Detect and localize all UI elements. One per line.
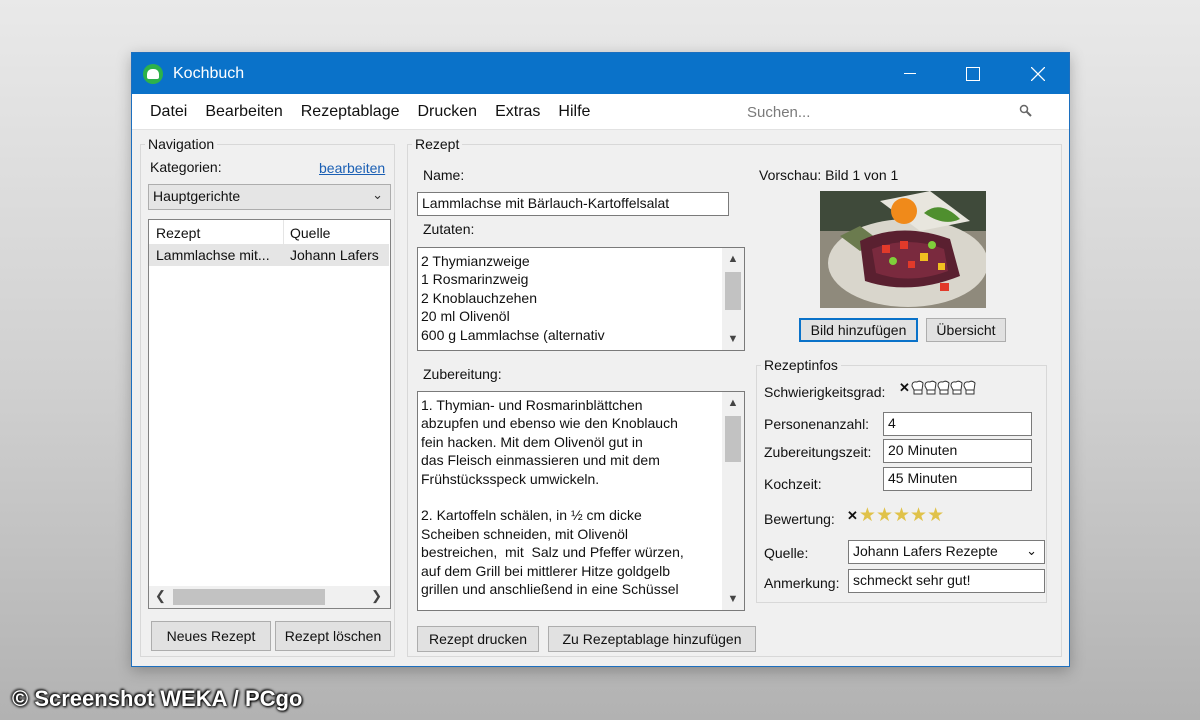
recipe-info-title: Rezeptinfos (761, 357, 841, 373)
new-recipe-label: Neues Rezept (166, 628, 256, 644)
scroll-up-icon[interactable]: ▲ (722, 394, 744, 412)
recipe-group: Rezept Name: Lammlachse mit Bärlauch-Kar… (407, 136, 1062, 657)
persons-label: Personenanzahl: (764, 416, 870, 432)
close-icon (1031, 66, 1045, 81)
menu-extras[interactable]: Extras (495, 103, 540, 121)
vertical-scrollbar[interactable]: ▲ ▼ (722, 248, 744, 350)
new-recipe-button[interactable]: Neues Rezept (151, 621, 271, 651)
cook-time-label: Kochzeit: (764, 476, 822, 492)
ingredients-label: Zutaten: (423, 221, 475, 237)
persons-field[interactable]: 4 (883, 412, 1032, 436)
navigation-title: Navigation (145, 136, 218, 152)
preparation-label: Zubereitung: (423, 366, 502, 382)
source-value: Johann Lafers Rezepte (853, 543, 998, 559)
menu-hilfe[interactable]: Hilfe (558, 103, 590, 121)
preview-label: Vorschau: Bild 1 von 1 (759, 167, 899, 183)
scroll-down-icon[interactable]: ▼ (722, 590, 744, 608)
scrollbar-thumb[interactable] (725, 416, 741, 462)
column-header-recipe[interactable]: Rezept (156, 225, 200, 241)
delete-recipe-label: Rezept löschen (284, 628, 382, 644)
prep-time-label: Zubereitungszeit: (764, 444, 872, 460)
source-select[interactable]: Johann Lafers Rezepte ⌄ (848, 540, 1045, 564)
ingredients-text: 2 Thymianzweige 1 Rosmarinzweig 2 Knobla… (421, 253, 605, 343)
chevron-down-icon: ⌄ (372, 187, 383, 202)
menu-rezeptablage[interactable]: Rezeptablage (301, 103, 400, 121)
minimize-button[interactable] (887, 53, 933, 94)
source-label: Quelle: (764, 545, 809, 561)
ingredients-textarea[interactable]: 2 Thymianzweige 1 Rosmarinzweig 2 Knobla… (417, 247, 745, 351)
window-title: Kochbuch (173, 64, 245, 82)
add-image-button[interactable]: Bild hinzufügen (799, 318, 918, 342)
star-icon[interactable]: ★ (859, 506, 876, 525)
scroll-left-icon[interactable]: ❮ (155, 588, 166, 604)
name-label: Name: (423, 167, 465, 183)
overview-button[interactable]: Übersicht (926, 318, 1006, 342)
print-recipe-button[interactable]: Rezept drucken (417, 626, 539, 652)
overview-label: Übersicht (936, 322, 996, 338)
app-window: Kochbuch Datei Bearbeiten Rezeptablage D… (131, 52, 1070, 667)
difficulty-label: Schwierigkeitsgrad: (764, 384, 886, 400)
horizontal-scrollbar[interactable]: ❮ ❯ (149, 586, 390, 608)
search-input[interactable]: Suchen... (737, 98, 1047, 126)
add-to-storage-label: Zu Rezeptablage hinzufügen (562, 631, 742, 647)
note-field[interactable]: schmeckt sehr gut! (848, 569, 1045, 593)
category-select[interactable]: Hauptgerichte ⌄ (148, 184, 391, 210)
list-item-recipe: Lammlachse mit... (156, 247, 270, 263)
note-label: Anmerkung: (764, 575, 840, 591)
edit-categories-link[interactable]: bearbeiten (319, 160, 385, 176)
preparation-textarea[interactable]: 1. Thymian- und Rosmarinblättchen abzupf… (417, 391, 745, 611)
recipe-preview-image[interactable] (820, 191, 986, 308)
scrollbar-thumb[interactable] (725, 272, 741, 310)
list-item[interactable]: Lammlachse mit... Johann Lafers (149, 244, 389, 266)
watermark: © Screenshot WEKA / PCgo (12, 686, 303, 711)
print-recipe-label: Rezept drucken (428, 631, 528, 647)
category-selected-value: Hauptgerichte (153, 188, 241, 204)
dish-photo-icon (820, 191, 986, 308)
star-icon[interactable]: ★ (893, 506, 910, 525)
menu-bar: Datei Bearbeiten Rezeptablage Drucken Ex… (132, 94, 1069, 130)
rating-label: Bewertung: (764, 511, 835, 527)
difficulty-rating[interactable]: ✕ (899, 380, 978, 396)
menu-bearbeiten[interactable]: Bearbeiten (205, 103, 282, 121)
add-image-label: Bild hinzufügen (810, 322, 907, 338)
list-item-source: Johann Lafers (290, 247, 379, 263)
search-placeholder: Suchen... (747, 103, 811, 121)
column-divider (283, 220, 284, 244)
categories-label: Kategorien: (150, 159, 222, 175)
star-icon[interactable]: ★ (910, 506, 927, 525)
title-bar[interactable]: Kochbuch (132, 53, 1069, 94)
chef-hat-rating-icons (911, 380, 976, 395)
recipe-list[interactable]: Rezept Quelle Lammlachse mit... Johann L… (148, 219, 391, 609)
recipe-info-group: Rezeptinfos Schwierigkeitsgrad: ✕ Person… (756, 357, 1047, 603)
column-header-source[interactable]: Quelle (290, 225, 330, 241)
vertical-scrollbar[interactable]: ▲ ▼ (722, 392, 744, 610)
recipe-name-field[interactable]: Lammlachse mit Bärlauch-Kartoffelsalat (417, 192, 729, 216)
chef-hat-icon (143, 63, 163, 84)
menu-datei[interactable]: Datei (150, 103, 187, 121)
rating-stars[interactable]: ✕ ★ ★ ★ ★ ★ (847, 506, 944, 525)
scroll-up-icon[interactable]: ▲ (722, 250, 744, 268)
chevron-down-icon: ⌄ (1026, 543, 1037, 558)
maximize-button[interactable] (950, 53, 996, 94)
recipe-title: Rezept (412, 136, 463, 152)
scroll-down-icon[interactable]: ▼ (722, 330, 744, 348)
maximize-icon (966, 66, 980, 81)
preparation-text: 1. Thymian- und Rosmarinblättchen abzupf… (421, 397, 684, 598)
add-to-storage-button[interactable]: Zu Rezeptablage hinzufügen (548, 626, 756, 652)
star-icon[interactable]: ★ (876, 506, 893, 525)
close-button[interactable] (1015, 53, 1061, 94)
prep-time-field[interactable]: 20 Minuten (883, 439, 1032, 463)
navigation-group: Navigation Kategorien: bearbeiten Hauptg… (140, 136, 395, 657)
star-icon[interactable]: ★ (927, 506, 944, 525)
clear-difficulty-icon[interactable]: ✕ (899, 380, 910, 396)
cook-time-field[interactable]: 45 Minuten (883, 467, 1032, 491)
menu-drucken[interactable]: Drucken (418, 103, 478, 121)
minimize-icon (904, 72, 916, 74)
scroll-right-icon[interactable]: ❯ (371, 588, 382, 604)
delete-recipe-button[interactable]: Rezept löschen (275, 621, 391, 651)
scrollbar-thumb[interactable] (173, 589, 325, 605)
clear-rating-icon[interactable]: ✕ (847, 508, 858, 524)
search-icon[interactable] (1019, 104, 1033, 118)
